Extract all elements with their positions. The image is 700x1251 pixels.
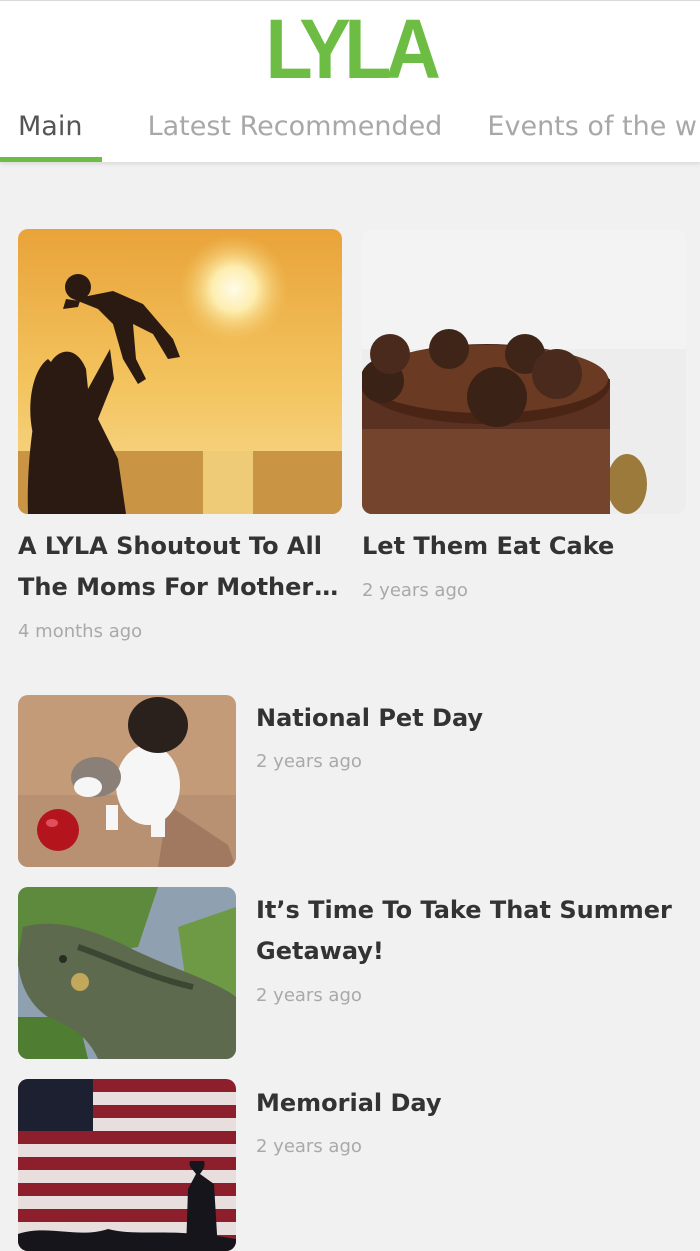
lyla-logo[interactable]: LYLA — [28, 1, 672, 97]
iguana-photo — [18, 887, 236, 1059]
list-image-pet[interactable] — [18, 695, 236, 867]
list-title-pet[interactable]: National Pet Day — [256, 698, 676, 739]
kitten-apple-photo — [18, 695, 236, 867]
tab-events-of-the-week[interactable]: Events of the w — [487, 105, 697, 162]
list-time-pet: 2 years ago — [256, 751, 362, 772]
featured-title-mother[interactable]: A LYLA Shoutout To All The Moms For Moth… — [18, 526, 342, 608]
list-title-summer-getaway[interactable]: It’s Time To Take That Summer Getaway! — [256, 890, 686, 972]
app-header: LYLA Main Latest Recommended Events of t… — [0, 0, 700, 162]
american-flag-salute-photo — [18, 1079, 236, 1251]
list-image-memorial[interactable] — [18, 1079, 236, 1251]
tab-main[interactable]: Main — [0, 105, 103, 162]
list-time-memorial: 2 years ago — [256, 1136, 362, 1157]
list-image-iguana[interactable] — [18, 887, 236, 1059]
mother-baby-sunset-photo — [18, 229, 342, 514]
tab-latest-recommended[interactable]: Latest Recommended — [148, 105, 443, 162]
featured-image-cake[interactable] — [362, 229, 686, 514]
featured-time-cake: 2 years ago — [362, 580, 468, 601]
featured-image-mother[interactable] — [18, 229, 342, 514]
tab-bar: Main Latest Recommended Events of the w — [0, 105, 700, 162]
chocolate-cake-photo — [362, 229, 686, 514]
featured-time-mother: 4 months ago — [18, 621, 143, 642]
list-title-memorial[interactable]: Memorial Day — [256, 1083, 676, 1124]
featured-title-cake[interactable]: Let Them Eat Cake — [362, 526, 682, 567]
list-time-summer-getaway: 2 years ago — [256, 985, 362, 1006]
